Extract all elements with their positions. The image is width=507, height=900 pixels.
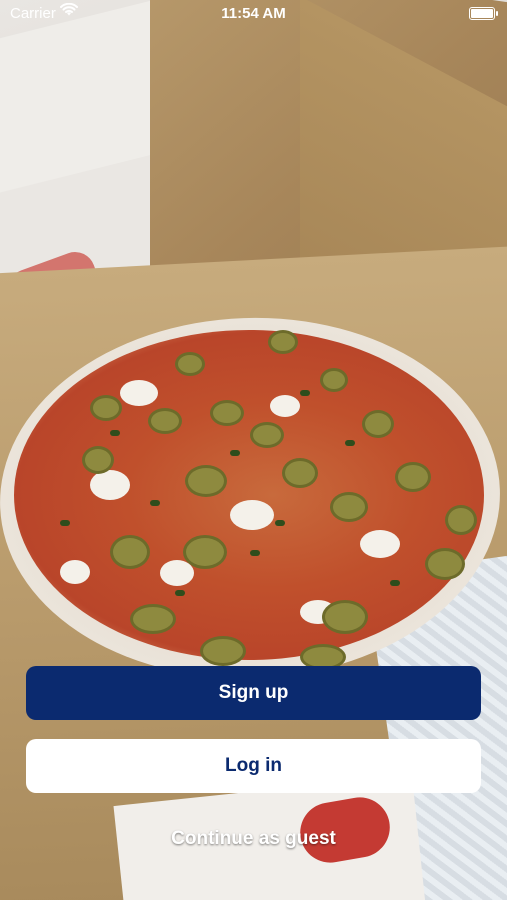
photo-jalapeno	[185, 465, 227, 497]
photo-jalapeno	[183, 535, 227, 569]
photo-jalapeno	[130, 604, 176, 634]
photo-herb	[110, 430, 120, 436]
sign-up-button[interactable]: Sign up	[26, 666, 481, 720]
photo-jalapeno	[200, 636, 246, 666]
photo-herb	[175, 590, 185, 596]
photo-jalapeno	[90, 395, 122, 421]
photo-jalapeno	[320, 368, 348, 392]
photo-cheese	[90, 470, 130, 500]
photo-jalapeno	[395, 462, 431, 492]
photo-jalapeno	[425, 548, 465, 580]
photo-herb	[60, 520, 70, 526]
clock: 11:54 AM	[221, 5, 286, 22]
battery-fill	[471, 9, 493, 18]
photo-herb	[390, 580, 400, 586]
photo-cheese	[360, 530, 400, 558]
photo-jalapeno	[445, 505, 477, 535]
photo-herb	[230, 450, 240, 456]
battery-icon	[469, 7, 498, 20]
continue-as-guest-link[interactable]: Continue as guest	[0, 828, 507, 850]
photo-jalapeno	[82, 446, 114, 474]
photo-herb	[150, 500, 160, 506]
photo-cheese	[270, 395, 300, 417]
photo-herb	[250, 550, 260, 556]
photo-cheese	[60, 560, 90, 584]
photo-jalapeno	[148, 408, 182, 434]
status-bar: Carrier 11:54 AM	[0, 0, 507, 28]
photo-pizza-sauce	[14, 330, 484, 660]
photo-jalapeno	[110, 535, 150, 569]
photo-jalapeno	[268, 330, 298, 354]
photo-jalapeno	[250, 422, 284, 448]
photo-jalapeno	[210, 400, 244, 426]
photo-cheese	[230, 500, 274, 530]
photo-jalapeno	[175, 352, 205, 376]
log-in-button[interactable]: Log in	[26, 739, 481, 793]
photo-herb	[275, 520, 285, 526]
photo-jalapeno	[362, 410, 394, 438]
photo-herb	[300, 390, 310, 396]
photo-jalapeno	[330, 492, 368, 522]
photo-jalapeno	[282, 458, 318, 488]
photo-cheese	[120, 380, 158, 406]
photo-jalapeno	[322, 600, 368, 634]
photo-herb	[345, 440, 355, 446]
